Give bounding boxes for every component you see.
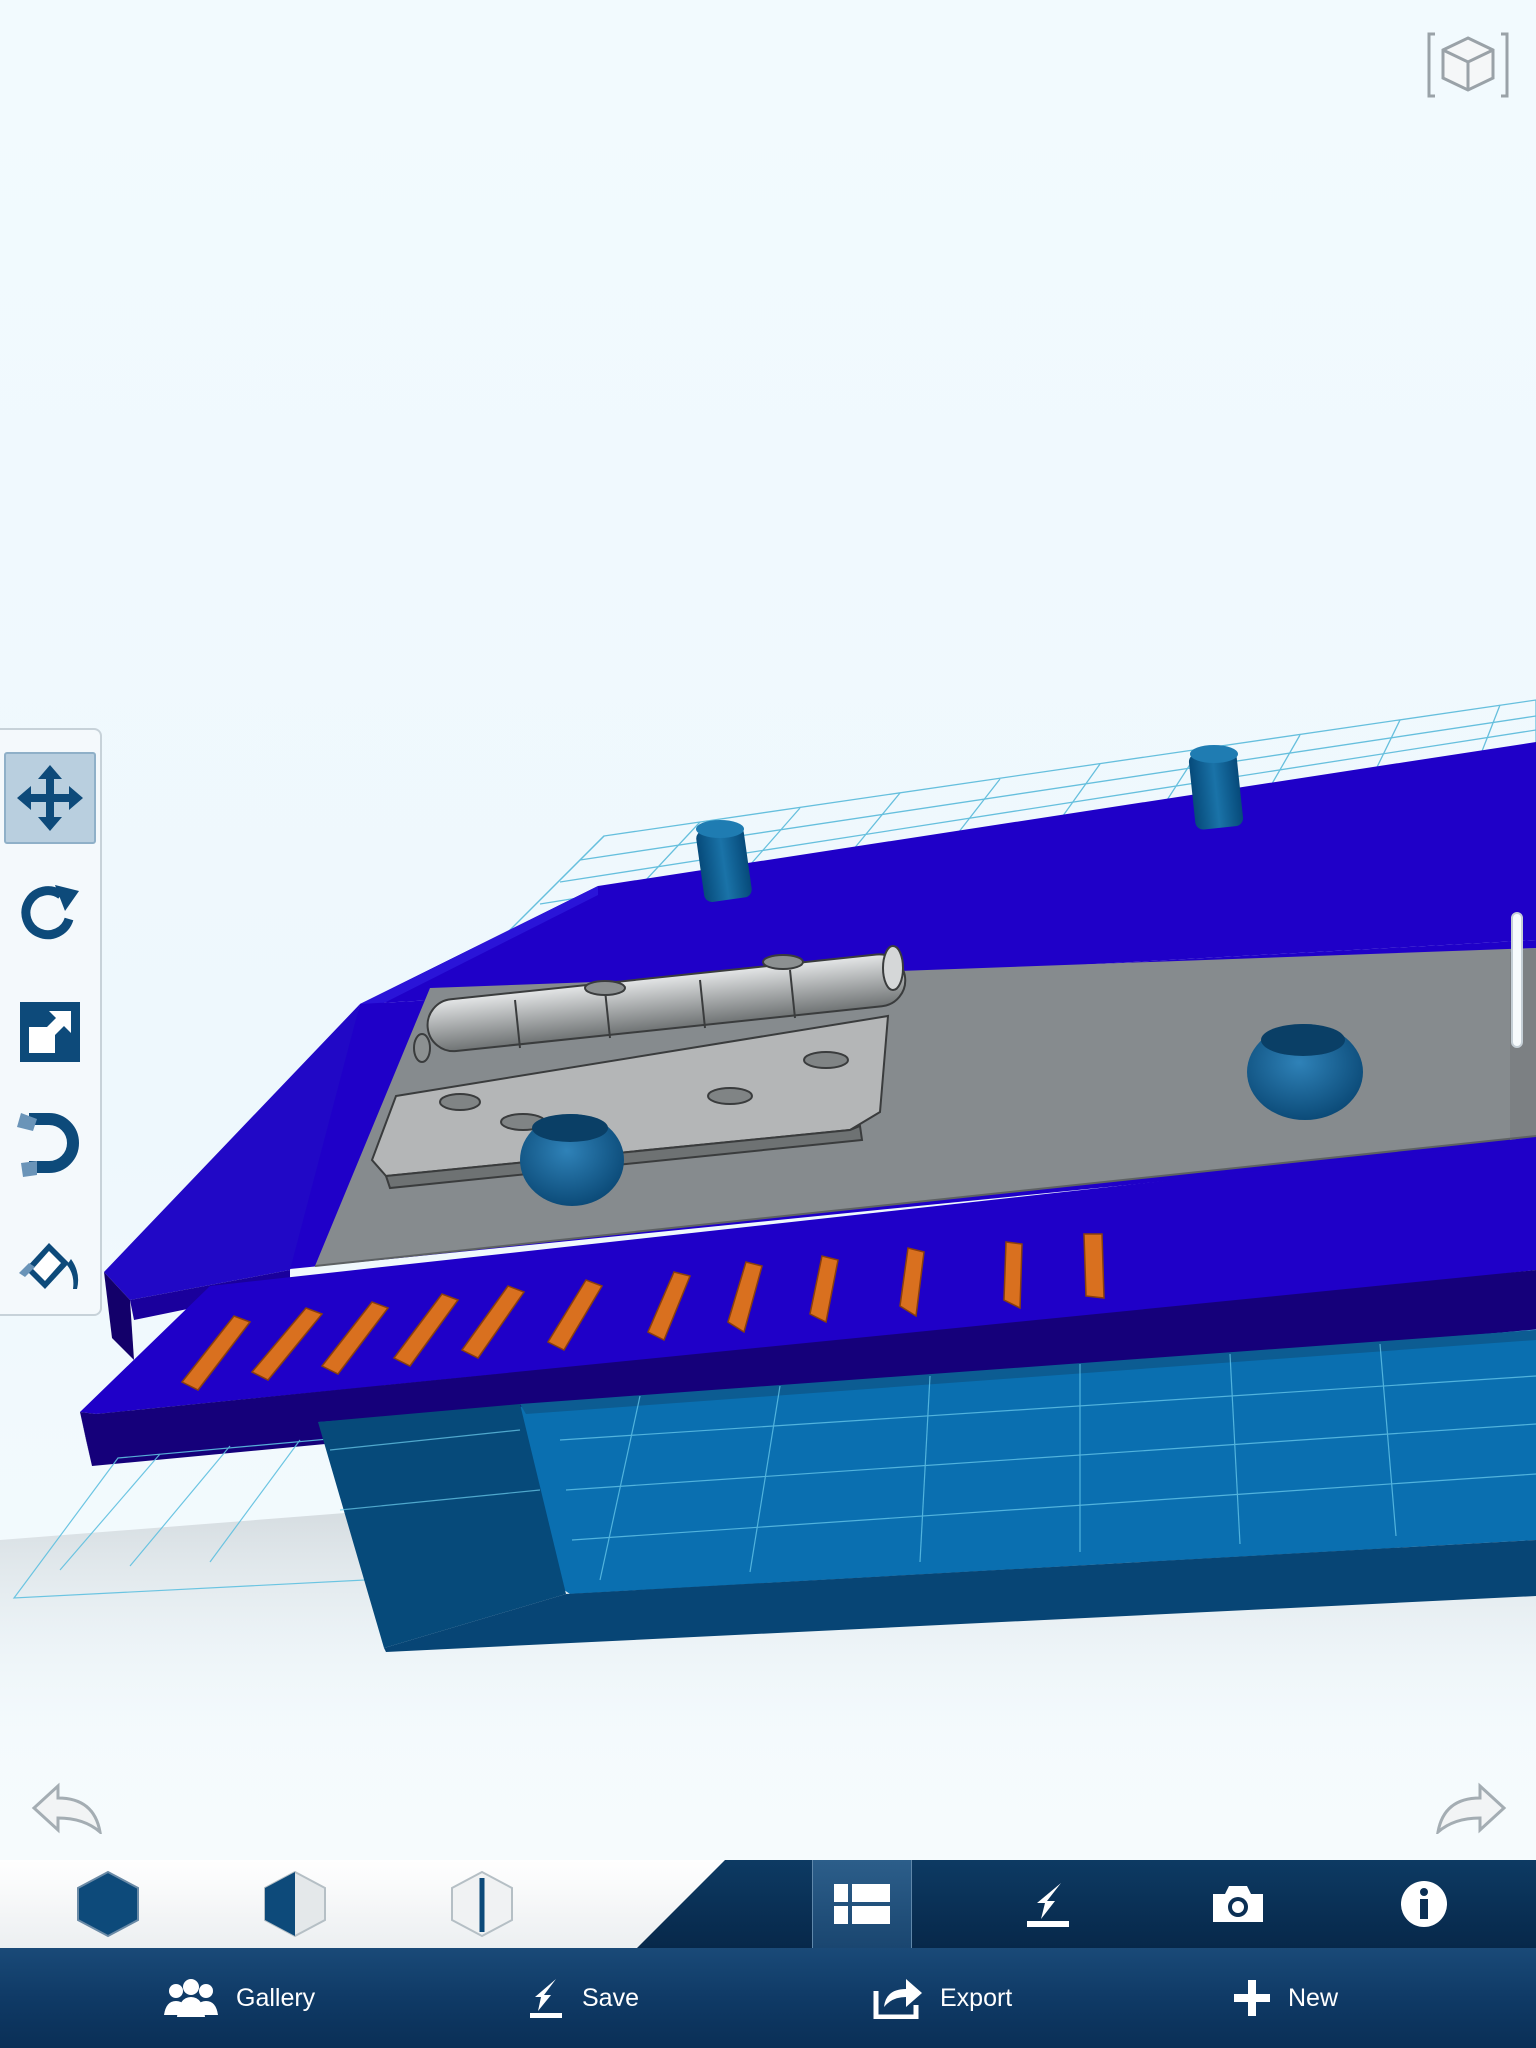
bottom-toolbar: Gallery Save Export New xyxy=(0,1860,1536,2048)
shaded-edges-style-button[interactable] xyxy=(255,1870,335,1938)
import-button[interactable] xyxy=(998,1860,1098,1948)
hexagon-half-icon xyxy=(264,1870,326,1938)
gallery-label: Gallery xyxy=(236,1983,316,2012)
view-cube-icon xyxy=(1427,32,1509,98)
wireframe-style-button[interactable] xyxy=(442,1870,522,1938)
import-icon xyxy=(1027,1883,1069,1927)
transform-toolbar xyxy=(0,728,102,1316)
shaded-style-button[interactable] xyxy=(68,1870,148,1938)
hexagon-solid-icon xyxy=(77,1870,139,1938)
camera-button[interactable] xyxy=(1188,1860,1288,1948)
paint-bucket-icon xyxy=(19,1243,79,1289)
magnet-icon xyxy=(17,1113,80,1177)
info-button[interactable] xyxy=(1374,1860,1474,1948)
new-button[interactable]: New xyxy=(1232,1948,1338,2048)
move-icon xyxy=(17,765,83,831)
redo-button[interactable] xyxy=(1430,1778,1510,1836)
move-tool-button[interactable] xyxy=(4,752,96,844)
3d-model-scene[interactable] xyxy=(0,0,1536,1860)
vertical-scroll-indicator[interactable] xyxy=(1511,912,1523,1048)
undo-button[interactable] xyxy=(28,1778,108,1836)
hexagon-outline-icon xyxy=(451,1870,513,1938)
save-icon xyxy=(530,1979,562,2018)
rotate-tool-button[interactable] xyxy=(4,868,96,960)
3d-viewport[interactable] xyxy=(0,0,1536,1860)
export-button[interactable]: Export xyxy=(872,1948,1012,2048)
save-label: Save xyxy=(582,1983,639,2012)
snap-tool-button[interactable] xyxy=(4,1102,96,1194)
info-icon xyxy=(1401,1881,1447,1927)
camera-icon xyxy=(1213,1886,1263,1922)
new-label: New xyxy=(1288,1983,1339,2012)
material-tool-button[interactable] xyxy=(4,1218,96,1310)
display-style-strip xyxy=(0,1860,1536,1948)
undo-icon xyxy=(31,1782,103,1836)
gallery-icon xyxy=(164,1979,218,2017)
export-label: Export xyxy=(940,1983,1013,2012)
save-button[interactable]: Save xyxy=(526,1948,639,2048)
redo-icon xyxy=(1435,1782,1507,1836)
gallery-button[interactable]: Gallery xyxy=(162,1948,315,2048)
list-button[interactable] xyxy=(812,1860,912,1948)
list-icon xyxy=(834,1884,890,1924)
view-cube-button[interactable] xyxy=(1425,28,1511,102)
scale-tool-button[interactable] xyxy=(4,986,96,1078)
export-icon xyxy=(873,1979,922,2019)
main-menu-bar: Gallery Save Export New xyxy=(0,1948,1536,2048)
plus-icon xyxy=(1234,1980,1270,2016)
rotate-icon xyxy=(21,885,79,940)
scale-icon xyxy=(20,1002,80,1062)
